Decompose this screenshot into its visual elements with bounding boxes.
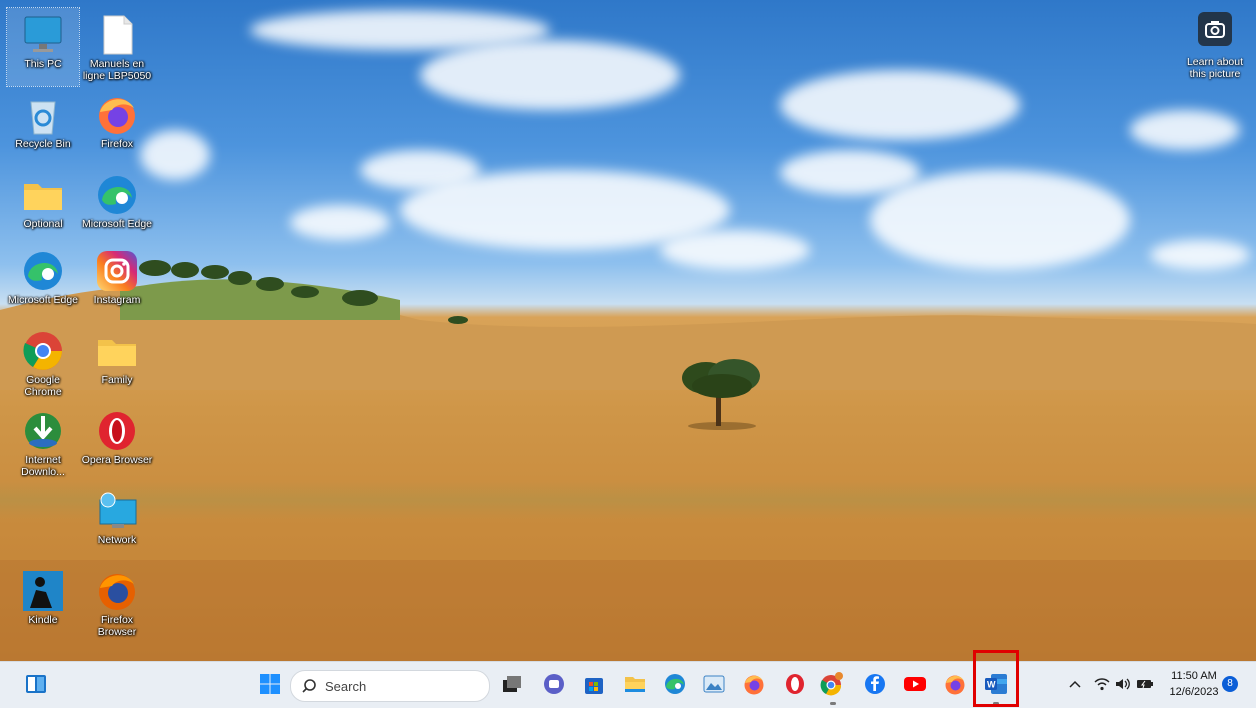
- facebook-icon[interactable]: [861, 670, 889, 698]
- search-icon: [302, 679, 316, 693]
- icon-label: Instagram: [93, 294, 141, 306]
- task-view-icon[interactable]: [498, 670, 526, 698]
- icon-label: Manuels en ligne LBP5050: [82, 58, 152, 82]
- desktop-icon-opera[interactable]: Opera Browser: [81, 404, 153, 482]
- cloud: [290, 205, 390, 240]
- chrome-icon[interactable]: [818, 670, 846, 698]
- field-shadow: [0, 560, 1256, 661]
- start-icon[interactable]: [256, 670, 284, 698]
- icon-label: Google Chrome: [24, 374, 62, 398]
- desktop-icon-manuels-en-ligne[interactable]: Manuels en ligne LBP5050: [81, 8, 153, 86]
- chevron-up-icon[interactable]: [1065, 670, 1085, 698]
- opera-icon[interactable]: [781, 670, 809, 698]
- word-highlight-box: [973, 650, 1019, 707]
- wifi-icon[interactable]: [1092, 670, 1112, 698]
- desktop-icon-google-chrome[interactable]: Google Chrome: [7, 324, 79, 402]
- icon-label: Recycle Bin: [15, 138, 71, 150]
- edge-icon[interactable]: [661, 670, 689, 698]
- recycle-bin-icon: [22, 94, 64, 136]
- chrome-running-indicator: [830, 702, 836, 705]
- cloud: [1130, 110, 1240, 150]
- desktop-icon-kindle[interactable]: Kindle: [7, 564, 79, 642]
- desktop-icon-firefox-browser[interactable]: Firefox Browser: [81, 564, 153, 642]
- field-band: [0, 480, 1256, 520]
- firefox-icon[interactable]: [941, 670, 969, 698]
- battery-charging-icon[interactable]: [1135, 670, 1155, 698]
- folder-icon: [96, 330, 138, 372]
- icon-label: This PC: [24, 58, 62, 70]
- desktop-icon-network[interactable]: Network: [81, 484, 153, 562]
- icon-label: Internet Downlo...: [21, 454, 65, 478]
- camera-widget-label: Learn about this picture: [1186, 56, 1244, 80]
- firefox-icon: [96, 570, 138, 612]
- notification-badge[interactable]: 8: [1220, 670, 1240, 698]
- clock-time[interactable]: 11:50 AM: [1163, 670, 1225, 682]
- idm-icon: [22, 410, 64, 452]
- desktop-icon-optional[interactable]: Optional: [7, 168, 79, 246]
- folder-icon: [22, 174, 64, 216]
- firefox-icon[interactable]: [740, 670, 768, 698]
- icon-label: Opera Browser: [81, 454, 153, 466]
- icon-label: Optional: [23, 218, 63, 230]
- file-explorer-icon[interactable]: [621, 670, 649, 698]
- cloud: [420, 40, 680, 110]
- notification-count: 8: [1222, 676, 1238, 692]
- edge-icon: [22, 250, 64, 292]
- widgets-icon[interactable]: [22, 670, 50, 698]
- desktop-icon-internet-download-manager[interactable]: Internet Downlo...: [7, 404, 79, 482]
- cloud: [780, 70, 1020, 140]
- firefox-icon: [96, 94, 138, 136]
- instagram-icon: [96, 250, 138, 292]
- youtube-icon[interactable]: [901, 670, 929, 698]
- desktop-icon-this-pc[interactable]: This PC: [6, 7, 80, 87]
- desktop-icon-microsoft-edge[interactable]: Microsoft Edge: [81, 168, 153, 246]
- desktop-icon-family[interactable]: Family: [81, 324, 153, 402]
- icon-label: Firefox Browser: [97, 614, 137, 638]
- network-icon: [96, 490, 138, 532]
- teams-chat-icon[interactable]: [540, 670, 568, 698]
- volume-icon[interactable]: [1114, 670, 1134, 698]
- hills-svg: [0, 260, 1256, 390]
- camera-icon[interactable]: [1198, 12, 1232, 46]
- icon-label: Firefox: [100, 138, 134, 150]
- search-placeholder: Search: [325, 679, 367, 694]
- icon-label: Network: [97, 534, 137, 546]
- desktop-icon-firefox[interactable]: Firefox: [81, 88, 153, 166]
- icon-label: Family: [101, 374, 133, 386]
- desktop-icon-instagram[interactable]: Instagram: [81, 244, 153, 322]
- desktop-icon-recycle-bin[interactable]: Recycle Bin: [7, 88, 79, 166]
- kindle-icon: [22, 570, 64, 612]
- icon-label: Microsoft Edge: [7, 294, 79, 306]
- desktop-wallpaper: This PC Recycle Bin Optional Microsoft E…: [0, 0, 1256, 661]
- document-icon: [96, 14, 138, 56]
- store-icon[interactable]: [580, 670, 608, 698]
- monitor-icon: [22, 14, 64, 56]
- lone-tree: [682, 359, 760, 430]
- opera-icon: [96, 410, 138, 452]
- icon-label: Microsoft Edge: [81, 218, 153, 230]
- photos-icon[interactable]: [700, 670, 728, 698]
- desktop-icon-edge[interactable]: Microsoft Edge: [7, 244, 79, 322]
- learn-about-picture-widget[interactable]: Learn about this picture: [1182, 12, 1248, 80]
- chrome-icon: [22, 330, 64, 372]
- edge-icon: [96, 174, 138, 216]
- taskbar: Search W 11:50 AM 12/6/2023 8: [0, 661, 1256, 708]
- clock-date[interactable]: 12/6/2023: [1163, 686, 1225, 698]
- icon-label: Kindle: [28, 614, 58, 626]
- search-input[interactable]: Search: [290, 670, 490, 702]
